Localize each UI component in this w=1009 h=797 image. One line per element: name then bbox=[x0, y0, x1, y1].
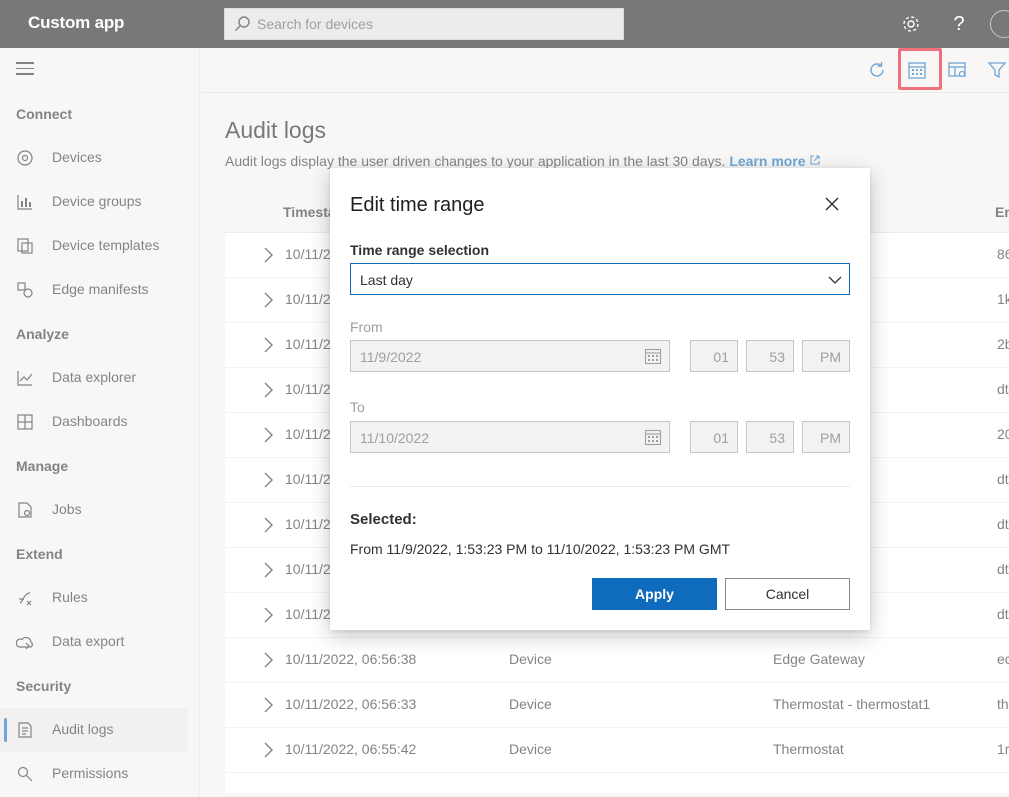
from-minute-field: 53 bbox=[746, 340, 794, 372]
selected-label: Selected: bbox=[350, 511, 417, 528]
from-label: From bbox=[350, 319, 383, 335]
to-hour-field: 01 bbox=[690, 421, 738, 453]
from-ampm-field: PM bbox=[802, 340, 850, 372]
close-icon[interactable] bbox=[822, 194, 842, 214]
to-label: To bbox=[350, 399, 365, 415]
time-range-label: Time range selection bbox=[350, 242, 490, 258]
apply-button[interactable]: Apply bbox=[592, 578, 717, 610]
from-hour-field: 01 bbox=[690, 340, 738, 372]
dialog-title: Edit time range bbox=[350, 194, 485, 216]
to-minute-field: 53 bbox=[746, 421, 794, 453]
edit-time-range-dialog: Edit time range Time range selection Las… bbox=[330, 168, 870, 630]
selected-range-text: From 11/9/2022, 1:53:23 PM to 11/10/2022… bbox=[350, 541, 731, 557]
to-date-value: 11/10/2022 bbox=[360, 430, 430, 446]
calendar-icon bbox=[644, 348, 662, 365]
calendar-icon bbox=[644, 429, 662, 446]
from-date-field: 11/9/2022 bbox=[350, 340, 670, 372]
time-range-value: Last day bbox=[360, 272, 413, 288]
chevron-down-icon bbox=[828, 276, 842, 284]
from-date-value: 11/9/2022 bbox=[360, 349, 422, 365]
time-range-select[interactable]: Last day bbox=[350, 263, 850, 295]
to-date-field: 11/10/2022 bbox=[350, 421, 670, 453]
divider bbox=[350, 486, 850, 487]
to-ampm-field: PM bbox=[802, 421, 850, 453]
cancel-button[interactable]: Cancel bbox=[725, 578, 850, 610]
